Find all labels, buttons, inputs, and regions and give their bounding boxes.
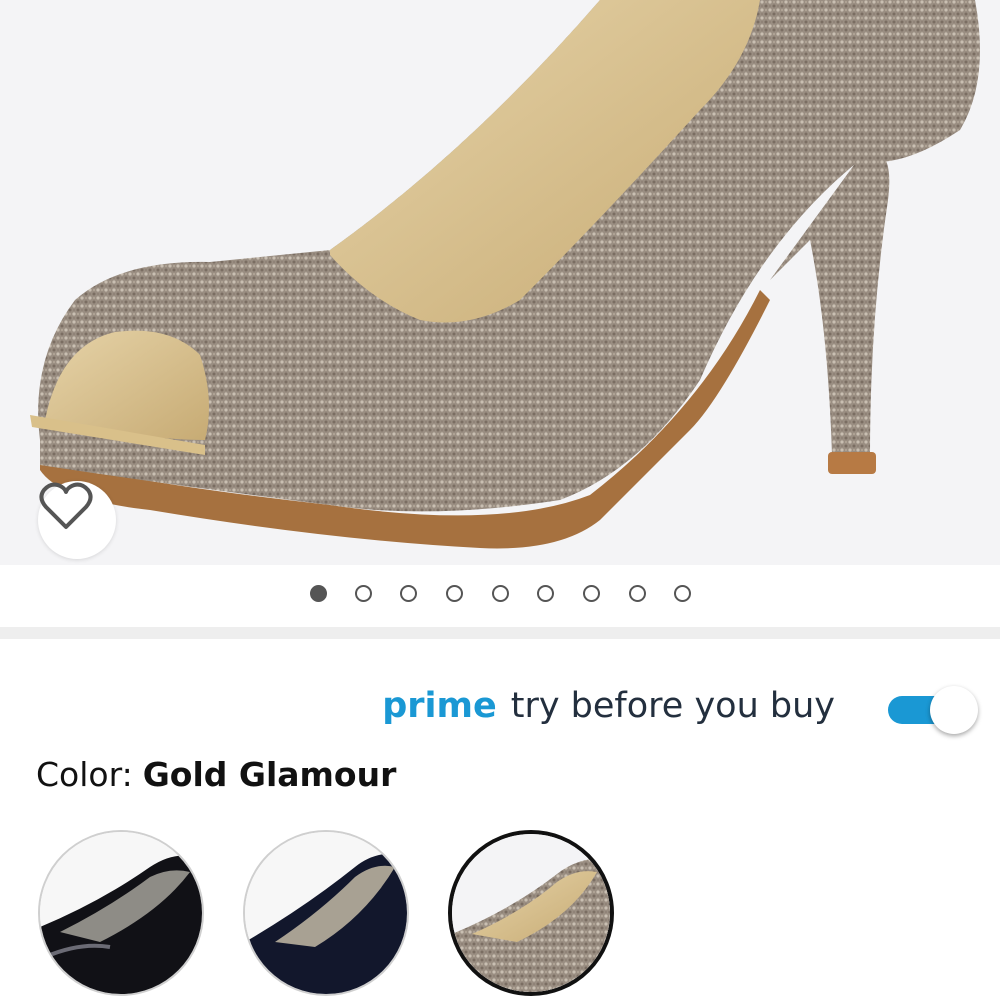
carousel-dot[interactable]: [355, 585, 372, 602]
swatch-gold-glamour[interactable]: [448, 830, 614, 996]
heart-outline-icon: [39, 482, 93, 529]
product-image: [30, 0, 980, 549]
carousel-dot[interactable]: [629, 585, 646, 602]
carousel-dot[interactable]: [537, 585, 554, 602]
product-image-carousel[interactable]: [0, 0, 1000, 565]
product-page: prime try before you buy Color: Gold Glam…: [0, 0, 1000, 1000]
prime-try-before-you-buy: prime try before you buy: [382, 683, 835, 729]
prime-logo-text: prime: [382, 686, 497, 726]
try-before-you-buy-label: try before you buy: [510, 686, 835, 726]
color-label: Color:: [36, 755, 133, 794]
toggle-knob: [930, 686, 978, 734]
wishlist-button[interactable]: [38, 481, 116, 559]
swatch-black-patent[interactable]: [38, 830, 204, 996]
swatch-navy[interactable]: [243, 830, 409, 996]
carousel-dot[interactable]: [674, 585, 691, 602]
swatch-image: [40, 832, 202, 994]
swatch-image: [245, 832, 407, 994]
carousel-dot[interactable]: [492, 585, 509, 602]
carousel-dot[interactable]: [400, 585, 417, 602]
section-divider: [0, 627, 1000, 639]
carousel-indicator: [0, 565, 1000, 627]
carousel-dot[interactable]: [446, 585, 463, 602]
carousel-dot[interactable]: [310, 585, 327, 602]
carousel-dot[interactable]: [583, 585, 600, 602]
color-selection-label: Color: Gold Glamour: [36, 755, 396, 794]
try-before-you-buy-toggle[interactable]: [888, 686, 978, 734]
swatch-image: [452, 834, 610, 992]
color-value: Gold Glamour: [142, 755, 397, 794]
